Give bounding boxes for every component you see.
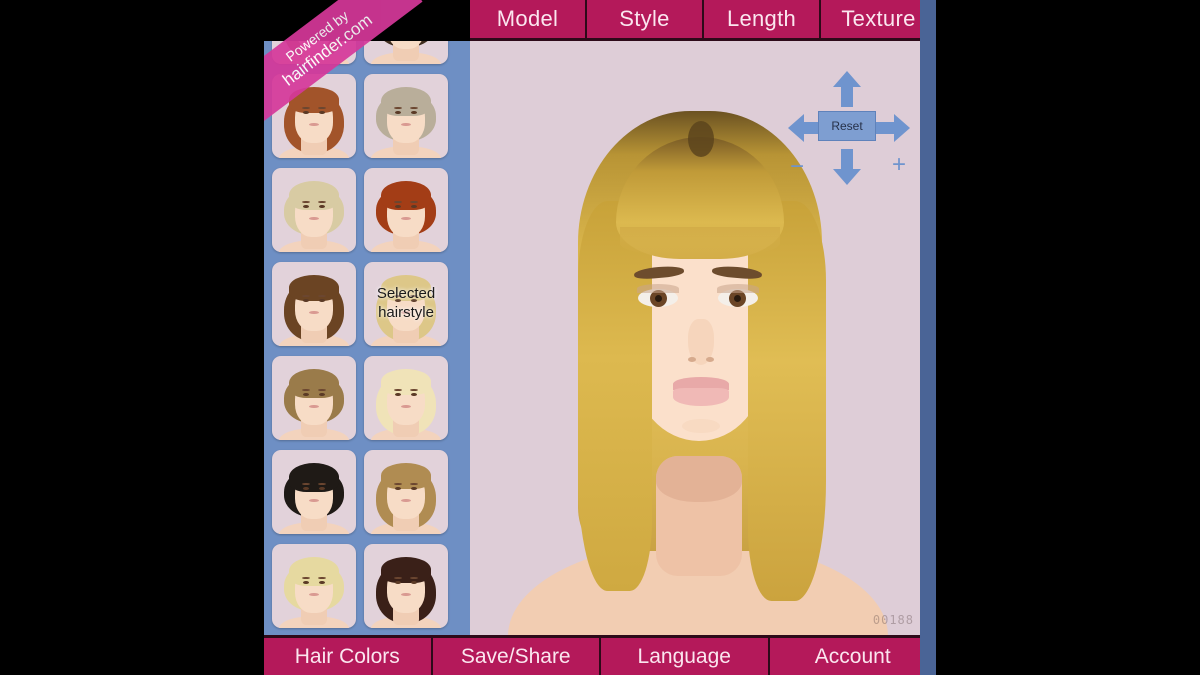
model-eyelid-right	[717, 284, 759, 293]
hairstyle-thumbnail[interactable]	[364, 168, 448, 252]
zoom-out-button[interactable]: −	[790, 155, 804, 179]
model-lower-lip	[673, 388, 729, 406]
hairstyle-thumbnail[interactable]	[272, 74, 356, 158]
hairstyle-thumbnail[interactable]	[272, 356, 356, 440]
selected-label-line-1: Selected	[376, 285, 436, 303]
arrow-right-icon[interactable]	[874, 113, 910, 143]
model-hair-right-strand	[748, 201, 826, 601]
hairstyle-thumbnail[interactable]	[364, 356, 448, 440]
screenshot-stage: Selected hairstyle Model Style Length Tex…	[0, 0, 1200, 675]
bottom-action-bar: Hair Colors Save/Share Language Account	[264, 635, 936, 675]
thumbnail-face	[272, 356, 356, 440]
thumbnail-face	[272, 544, 356, 628]
model-chin	[682, 419, 720, 433]
top-tab-bar: Model Style Length Texture	[264, 0, 936, 41]
thumbnail-face	[364, 74, 448, 158]
thumbnail-face	[364, 544, 448, 628]
model-neck-shadow	[656, 456, 742, 502]
hairstyle-thumbnail[interactable]	[364, 450, 448, 534]
selected-hairstyle-label: Selected hairstyle	[364, 262, 448, 346]
pan-zoom-control-pad: Reset − +	[788, 71, 910, 185]
thumbnail-face	[272, 450, 356, 534]
save-share-button[interactable]: Save/Share	[432, 638, 601, 675]
language-button[interactable]: Language	[601, 638, 770, 675]
thumbnail-face	[272, 262, 356, 346]
model-nostril-right	[706, 357, 714, 362]
tab-texture[interactable]: Texture	[821, 0, 936, 38]
thumbnail-face	[364, 356, 448, 440]
model-preview-canvas[interactable]: 00188 Reset − +	[470, 41, 926, 635]
thumbnail-face	[364, 450, 448, 534]
thumbnail-face	[364, 168, 448, 252]
hairstyle-thumbnail[interactable]	[364, 74, 448, 158]
hairstyle-thumbnail-grid: Selected hairstyle	[264, 0, 459, 675]
model-hair-bangs-edge	[620, 227, 780, 257]
top-tab-strip: Model Style Length Texture	[470, 0, 936, 41]
account-button[interactable]: Account	[769, 638, 936, 675]
tab-model[interactable]: Model	[470, 0, 587, 38]
right-edge-rail	[920, 0, 936, 675]
model-pupil-left	[655, 295, 662, 302]
hairstyle-thumbnail[interactable]	[272, 450, 356, 534]
arrow-up-icon[interactable]	[832, 71, 862, 107]
topbar-left-spacer	[264, 0, 470, 41]
zoom-in-button[interactable]: +	[892, 153, 906, 177]
hairstyle-thumbnail[interactable]	[364, 544, 448, 628]
tab-length[interactable]: Length	[704, 0, 821, 38]
hairstyle-thumbnail-selected[interactable]: Selected hairstyle	[364, 262, 448, 346]
reset-button[interactable]: Reset	[818, 111, 876, 141]
image-code-watermark: 00188	[872, 613, 914, 627]
selected-label-line-2: hairstyle	[378, 304, 434, 321]
model-nostril-left	[688, 357, 696, 362]
model-hair-left-strand	[578, 201, 652, 591]
hairstyle-thumbnail[interactable]	[272, 544, 356, 628]
hairstyle-thumbnail-sidebar[interactable]: Selected hairstyle	[264, 0, 459, 675]
hair-colors-button[interactable]: Hair Colors	[264, 638, 433, 675]
model-eyelid-left	[637, 284, 679, 293]
model-pupil-right	[734, 295, 741, 302]
tab-style[interactable]: Style	[587, 0, 704, 38]
thumbnail-face	[272, 74, 356, 158]
hairstyle-thumbnail[interactable]	[272, 262, 356, 346]
hairstyle-thumbnail[interactable]	[272, 168, 356, 252]
arrow-down-icon[interactable]	[832, 149, 862, 185]
hairstyle-app-window: Selected hairstyle Model Style Length Tex…	[264, 0, 936, 675]
model-hair-part	[688, 121, 714, 157]
thumbnail-face	[272, 168, 356, 252]
